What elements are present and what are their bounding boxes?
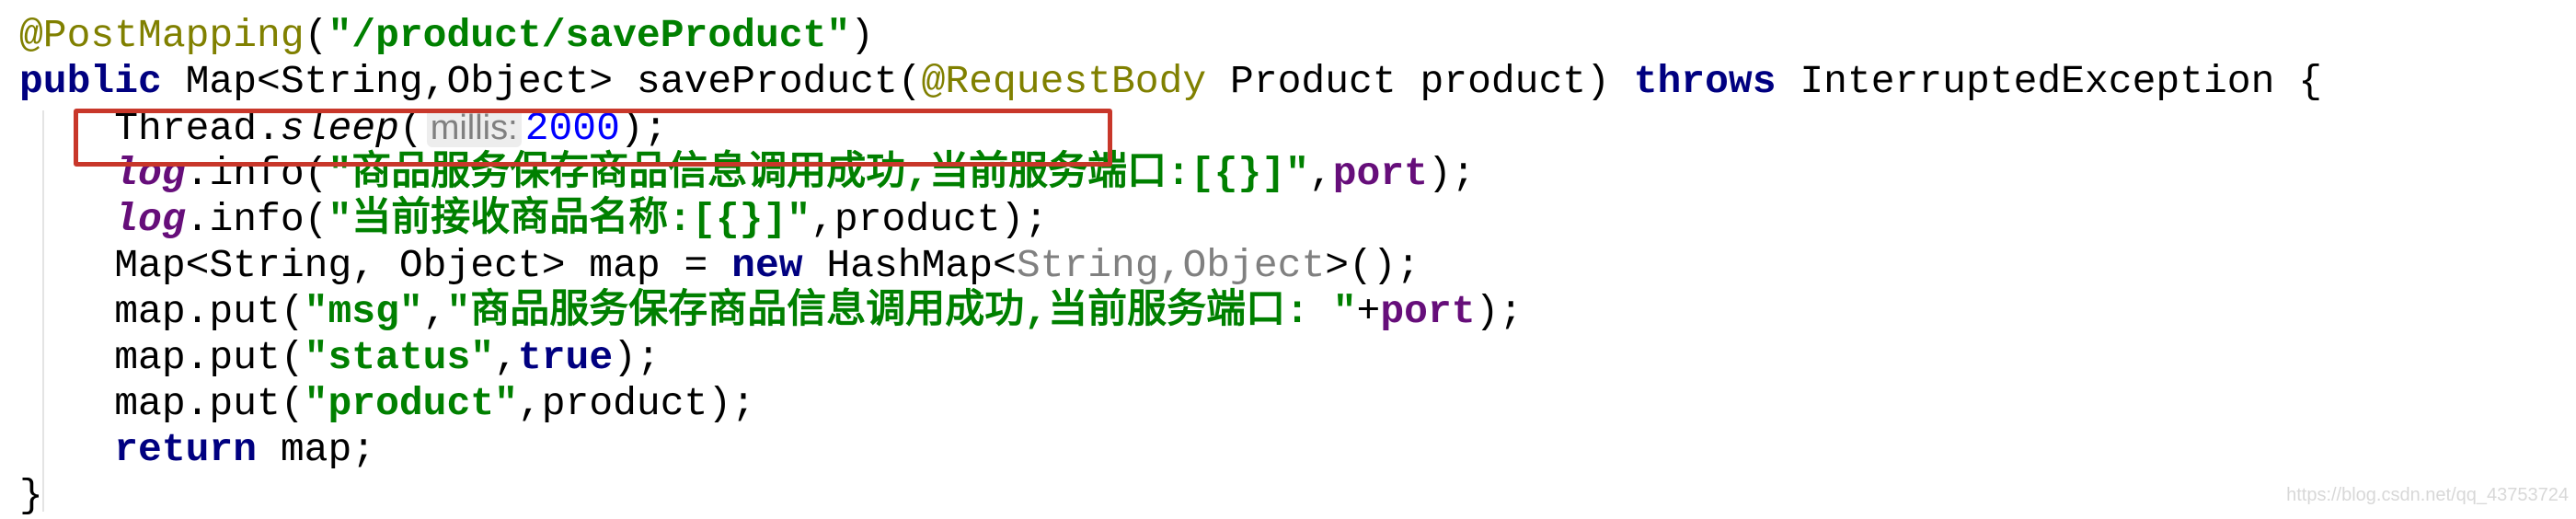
code-token: ); bbox=[613, 335, 661, 380]
code-token: ( bbox=[304, 13, 328, 58]
code-token: "status" bbox=[304, 335, 495, 380]
code-token: , bbox=[494, 335, 518, 380]
code-editor[interactable]: @PostMapping("/product/saveProduct") publ… bbox=[19, 13, 2322, 519]
code-token: map; bbox=[257, 427, 376, 472]
code-token: ) bbox=[850, 13, 874, 58]
code-token: return bbox=[114, 427, 258, 472]
code-line[interactable]: @PostMapping("/product/saveProduct") bbox=[19, 13, 2322, 59]
code-line[interactable]: return map; bbox=[19, 427, 2322, 473]
code-token: "当前接收商品名称:[{}]" bbox=[328, 197, 811, 242]
highlight-box bbox=[74, 109, 1112, 167]
code-token: "/product/saveProduct" bbox=[328, 13, 851, 58]
code-token: map.put( bbox=[19, 335, 305, 380]
code-token: "商品服务保存商品信息调用成功,当前服务端口: " bbox=[446, 289, 1357, 334]
code-token: >(); bbox=[1325, 243, 1420, 288]
code-line[interactable]: map.put("msg","商品服务保存商品信息调用成功,当前服务端口: "+… bbox=[19, 289, 2322, 335]
code-token: , bbox=[1308, 151, 1333, 196]
code-token: new bbox=[731, 243, 803, 288]
code-line[interactable]: map.put("status",true); bbox=[19, 335, 2322, 381]
code-token: String,Object bbox=[1016, 243, 1326, 288]
code-token: InterruptedException { bbox=[1776, 59, 2323, 104]
code-token: map.put( bbox=[19, 381, 305, 426]
code-token: .info( bbox=[185, 197, 328, 242]
code-token: @RequestBody bbox=[921, 59, 1207, 104]
code-token: "msg" bbox=[304, 289, 423, 334]
watermark: https://blog.csdn.net/qq_43753724 bbox=[2286, 485, 2569, 505]
code-line[interactable]: public Map<String,Object> saveProduct(@R… bbox=[19, 59, 2322, 105]
code-token: ); bbox=[1427, 151, 1476, 196]
code-token: , bbox=[422, 289, 447, 334]
code-line[interactable]: } bbox=[19, 473, 2322, 519]
code-line[interactable]: map.put("product",product); bbox=[19, 381, 2322, 427]
code-token: port bbox=[1380, 289, 1476, 334]
code-token: HashMap< bbox=[802, 243, 1017, 288]
code-token: Map<String,Object> saveProduct( bbox=[161, 59, 922, 104]
code-line[interactable]: log.info("当前接收商品名称:[{}]",product); bbox=[19, 197, 2322, 243]
code-token: map.put( bbox=[19, 289, 305, 334]
code-token: Map<String, Object> map = bbox=[19, 243, 732, 288]
code-token: "product" bbox=[304, 381, 518, 426]
code-token: ,product); bbox=[517, 381, 755, 426]
code-token: ,product); bbox=[811, 197, 1049, 242]
code-token: true bbox=[517, 335, 614, 380]
code-token: @PostMapping bbox=[19, 13, 305, 58]
code-token: port bbox=[1332, 151, 1428, 196]
code-token: + bbox=[1356, 289, 1381, 334]
code-token: ); bbox=[1475, 289, 1524, 334]
code-token: throws bbox=[1633, 59, 1777, 104]
code-token: log bbox=[114, 197, 186, 242]
code-token: Product product) bbox=[1206, 59, 1634, 104]
code-line[interactable]: Map<String, Object> map = new HashMap<St… bbox=[19, 243, 2322, 289]
code-token: public bbox=[19, 59, 162, 104]
